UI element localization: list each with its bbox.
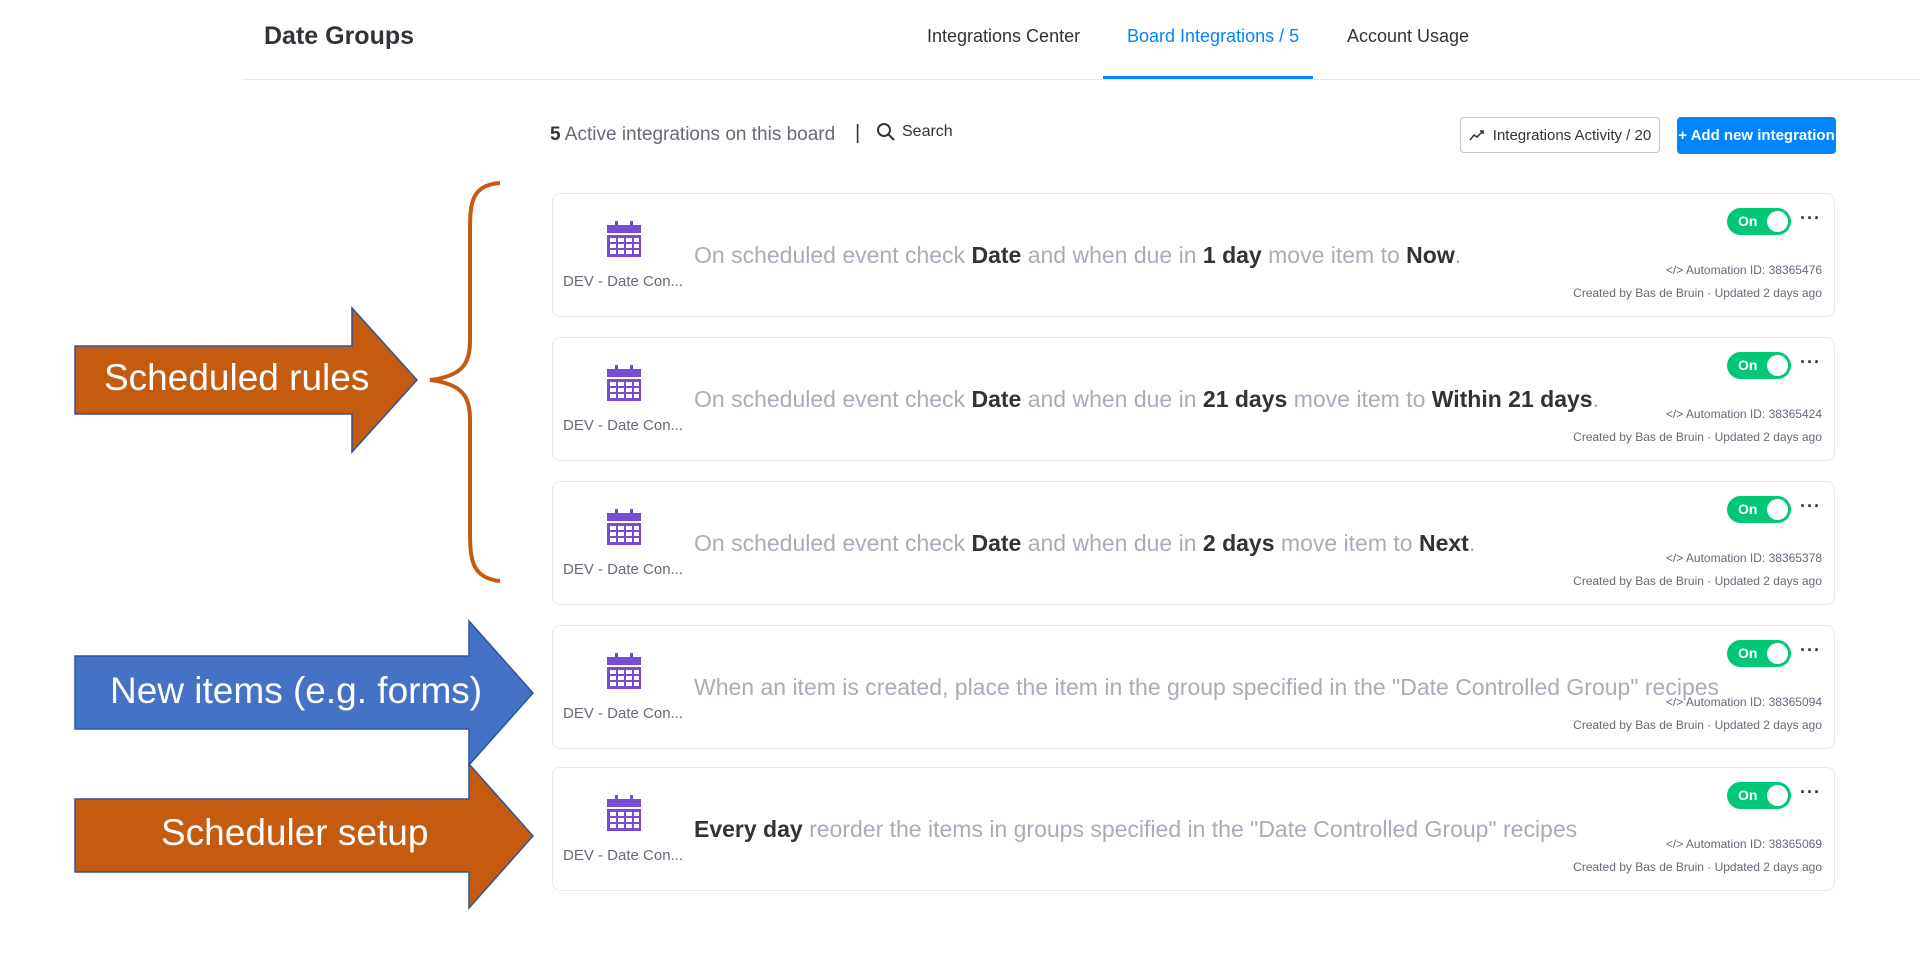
activity-label: Integrations Activity / 20 bbox=[1492, 126, 1652, 144]
toggle-label: On bbox=[1738, 357, 1758, 373]
recipe-sentence[interactable]: On scheduled event check Date and when d… bbox=[694, 530, 1475, 557]
calendar-icon bbox=[605, 508, 643, 546]
toggle-label: On bbox=[1738, 213, 1758, 229]
integration-card[interactable]: DEV - Date Con... When an item is created… bbox=[552, 625, 1835, 749]
more-options-icon[interactable]: ··· bbox=[1800, 496, 1821, 517]
more-options-icon[interactable]: ··· bbox=[1800, 782, 1821, 803]
recipe-text: . bbox=[1592, 386, 1599, 412]
recipe-text: and when due in bbox=[1021, 530, 1203, 556]
integrations-activity-button[interactable]: Integrations Activity / 20 bbox=[1460, 117, 1660, 153]
toggle-knob bbox=[1767, 211, 1788, 232]
add-new-integration-button[interactable]: + Add new integration bbox=[1677, 117, 1836, 154]
curly-brace-annotation bbox=[429, 181, 501, 583]
recipe-field: Now bbox=[1406, 242, 1455, 268]
activity-chart-icon bbox=[1469, 130, 1484, 141]
app-name: DEV - Date Con... bbox=[563, 273, 683, 290]
created-by-info: Created by Bas de Bruin · Updated 2 days… bbox=[1573, 718, 1822, 732]
active-count-number: 5 bbox=[550, 124, 561, 145]
tab-board-integrations[interactable]: Board Integrations / 5 bbox=[1127, 26, 1299, 47]
recipe-text: On scheduled event check bbox=[694, 242, 972, 268]
toggle-knob bbox=[1767, 355, 1788, 376]
automation-id: </> Automation ID: 38365094 bbox=[1665, 695, 1822, 709]
active-integrations-count: 5 Active integrations on this board bbox=[550, 124, 835, 146]
created-by-info: Created by Bas de Bruin · Updated 2 days… bbox=[1573, 286, 1822, 300]
created-by-info: Created by Bas de Bruin · Updated 2 days… bbox=[1573, 860, 1822, 874]
recipe-text: move item to bbox=[1274, 530, 1419, 556]
tab-account-usage[interactable]: Account Usage bbox=[1347, 26, 1469, 47]
automation-id: </> Automation ID: 38365378 bbox=[1665, 551, 1822, 565]
recipe-sentence[interactable]: On scheduled event check Date and when d… bbox=[694, 386, 1599, 413]
more-options-icon[interactable]: ··· bbox=[1800, 352, 1821, 373]
app-name: DEV - Date Con... bbox=[563, 417, 683, 434]
recipe-text: move item to bbox=[1261, 242, 1407, 268]
app-name: DEV - Date Con... bbox=[563, 847, 683, 864]
recipe-text: and when due in bbox=[1021, 386, 1203, 412]
active-count-text: Active integrations on this board bbox=[560, 124, 836, 145]
recipe-text: and when due in bbox=[1021, 242, 1203, 268]
tab-integrations-center[interactable]: Integrations Center bbox=[927, 26, 1080, 47]
more-options-icon[interactable]: ··· bbox=[1800, 208, 1821, 229]
toggle-knob bbox=[1767, 643, 1788, 664]
recipe-text: . bbox=[1454, 242, 1462, 268]
created-by-info: Created by Bas de Bruin · Updated 2 days… bbox=[1573, 574, 1822, 588]
toggle-knob bbox=[1767, 499, 1788, 520]
recipe-field: 2 days bbox=[1202, 530, 1275, 556]
recipe-text: move item to bbox=[1287, 386, 1432, 412]
recipe-field: Date bbox=[971, 242, 1022, 268]
integration-card[interactable]: DEV - Date Con... On scheduled event chec… bbox=[552, 481, 1835, 605]
recipe-field: Date bbox=[971, 530, 1022, 556]
recipe-field: Date bbox=[971, 386, 1022, 412]
recipe-text: reorder the items in groups specified in… bbox=[802, 816, 1578, 842]
integration-card[interactable]: DEV - Date Con... On scheduled event chec… bbox=[552, 337, 1835, 461]
on-off-toggle[interactable]: On bbox=[1727, 496, 1791, 523]
on-off-toggle[interactable]: On bbox=[1727, 782, 1791, 809]
calendar-icon bbox=[605, 652, 643, 690]
recipe-field: 1 day bbox=[1202, 242, 1262, 268]
recipe-text: . bbox=[1468, 530, 1476, 556]
recipe-text: On scheduled event check bbox=[694, 386, 972, 412]
recipe-sentence[interactable]: Every day reorder the items in groups sp… bbox=[694, 816, 1577, 843]
calendar-icon bbox=[605, 794, 643, 832]
search-label: Search bbox=[902, 123, 953, 140]
recipe-text: When an item is created, place the item … bbox=[694, 674, 1720, 700]
recipe-field: Every day bbox=[694, 816, 803, 842]
integration-card[interactable]: DEV - Date Con... Every day reorder the i… bbox=[552, 767, 1835, 891]
toggle-label: On bbox=[1738, 501, 1758, 517]
recipe-field: 21 days bbox=[1202, 386, 1288, 412]
recipe-text: On scheduled event check bbox=[694, 530, 972, 556]
automation-id: </> Automation ID: 38365476 bbox=[1665, 263, 1822, 277]
search-icon bbox=[877, 123, 895, 141]
on-off-toggle[interactable]: On bbox=[1727, 640, 1791, 667]
app-name: DEV - Date Con... bbox=[563, 561, 683, 578]
automation-id: </> Automation ID: 38365069 bbox=[1665, 837, 1822, 851]
recipe-field: Within 21 days bbox=[1431, 386, 1593, 412]
calendar-icon bbox=[605, 364, 643, 402]
more-options-icon[interactable]: ··· bbox=[1800, 640, 1821, 661]
active-tab-indicator bbox=[1103, 76, 1313, 79]
on-off-toggle[interactable]: On bbox=[1727, 352, 1791, 379]
board-header: Date Groups Integrations Center Board In… bbox=[242, 0, 1920, 80]
toggle-label: On bbox=[1738, 645, 1758, 661]
toggle-label: On bbox=[1738, 787, 1758, 803]
toolbar-separator: | bbox=[855, 122, 861, 144]
on-off-toggle[interactable]: On bbox=[1727, 208, 1791, 235]
recipe-sentence[interactable]: On scheduled event check Date and when d… bbox=[694, 242, 1461, 269]
search-button[interactable]: Search bbox=[876, 122, 953, 142]
app-name: DEV - Date Con... bbox=[563, 705, 683, 722]
automation-id: </> Automation ID: 38365424 bbox=[1665, 407, 1822, 421]
board-title: Date Groups bbox=[264, 22, 415, 50]
new-items-label: New items (e.g. forms) bbox=[110, 670, 483, 711]
scheduler-setup-label: Scheduler setup bbox=[161, 812, 429, 853]
toggle-knob bbox=[1767, 785, 1788, 806]
integration-card[interactable]: DEV - Date Con... On scheduled event chec… bbox=[552, 193, 1835, 317]
recipe-field: Next bbox=[1418, 530, 1469, 556]
created-by-info: Created by Bas de Bruin · Updated 2 days… bbox=[1573, 430, 1822, 444]
calendar-icon bbox=[605, 220, 643, 258]
scheduled-rules-label: Scheduled rules bbox=[104, 357, 370, 398]
recipe-sentence[interactable]: When an item is created, place the item … bbox=[694, 674, 1719, 701]
